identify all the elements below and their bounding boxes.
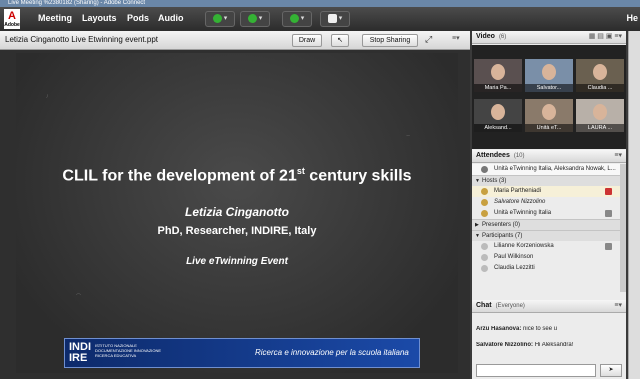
chalk-mark: ∽: [406, 133, 411, 139]
attendee-row[interactable]: Lilianne Korzeniowska: [472, 241, 626, 252]
menu-pods[interactable]: Pods: [127, 13, 149, 23]
attendees-menu-icon[interactable]: ≡▾: [614, 151, 622, 159]
participant-face: [491, 64, 505, 80]
pointer-button[interactable]: ↖: [331, 34, 349, 47]
video-tile[interactable]: Unità eT...: [525, 99, 573, 132]
chalk-mark: ⌒: [76, 294, 82, 300]
participant-face: [542, 104, 556, 120]
raise-hand-button[interactable]: ▾: [320, 11, 350, 27]
status-icon: [605, 188, 612, 195]
webcam-status-icon: [605, 210, 612, 217]
participant-face: [593, 104, 607, 120]
camera-button[interactable]: ▾: [282, 11, 312, 27]
indire-banner: INDI IRE ISTITUTO NAZIONALE DOCUMENTAZIO…: [64, 338, 420, 368]
video-pod-header: Video (6) ▦ ▤ ▣ ≡▾: [472, 31, 626, 44]
menu-bar: A Adobe Meeting Layouts Pods Audio ▾ ▾ ▾ …: [0, 7, 640, 31]
attendee-row[interactable]: Salvatore Nizzolino: [472, 197, 626, 208]
cropped-side-panel: [628, 31, 640, 379]
chalk-mark: ﾉ: [46, 94, 49, 100]
hand-icon: [327, 13, 337, 23]
slide-author: Letizia Cinganotto: [185, 205, 289, 219]
speaker-icon: [212, 13, 222, 23]
menu-layouts[interactable]: Layouts: [82, 13, 117, 23]
window-title: Live Meeting %2380182 (Sharing) - Adobe …: [8, 0, 146, 6]
chat-message: Salvatore Nizzolino: Hi Aleksandra!: [476, 342, 574, 348]
webcam-icon: [289, 13, 299, 23]
stop-sharing-button[interactable]: Stop Sharing: [362, 34, 418, 47]
webcam-status-icon: [605, 243, 612, 250]
adobe-logo: A Adobe: [4, 9, 20, 29]
video-tile[interactable]: Claudia ...: [576, 59, 624, 92]
active-speakers-row: Unità eTwinning Italia, Aleksandra Nowak…: [472, 164, 626, 175]
participant-icon: [481, 265, 488, 272]
participant-face: [542, 64, 556, 80]
send-icon: ➤: [608, 367, 614, 373]
banner-tagline: Ricerca e innovazione per la scuola ital…: [255, 348, 409, 357]
presenters-section[interactable]: ▶ Presenters (0): [472, 219, 626, 230]
participant-icon: [481, 254, 488, 261]
participant-face: [491, 104, 505, 120]
participants-section[interactable]: ▼ Participants (7): [472, 230, 626, 241]
attendee-row[interactable]: Claudia Lezzitti: [472, 263, 626, 274]
send-button[interactable]: ➤: [600, 364, 622, 377]
attendees-scrollbar[interactable]: [620, 164, 626, 292]
share-pod: Letizia Cinganotto Live Etwinning event.…: [0, 31, 470, 379]
slide-title: CLIL for the development of 21st century…: [62, 166, 412, 185]
chat-pod-header: Chat (Everyone) ≡▾: [472, 300, 626, 313]
chat-menu-icon[interactable]: ≡▾: [614, 301, 622, 309]
share-pod-header: Letizia Cinganotto Live Etwinning event.…: [0, 31, 470, 50]
slide-event: Live eTwinning Event: [186, 256, 288, 267]
microphone-button[interactable]: ▾: [240, 11, 270, 27]
host-icon: [481, 199, 488, 206]
indire-logo: INDI IRE: [69, 341, 91, 364]
participant-icon: [481, 243, 488, 250]
video-tile[interactable]: Maria Pa...: [474, 59, 522, 92]
attendee-row[interactable]: Unità eTwinning Italia: [472, 208, 626, 219]
menu-meeting[interactable]: Meeting: [38, 13, 72, 23]
microphone-icon: [247, 13, 257, 23]
chat-input[interactable]: [476, 364, 596, 377]
host-icon: [481, 188, 488, 195]
draw-button[interactable]: Draw: [292, 34, 322, 47]
right-panel: Video (6) ▦ ▤ ▣ ≡▾ Maria Pa... Salvator..…: [472, 31, 626, 379]
video-grid: Maria Pa... Salvator... Claudia ... Alek…: [472, 45, 626, 149]
presentation-slide: ﾉ ∽ ⌒ CLIL for the development of 21st c…: [16, 53, 458, 373]
attendees-pod-header: Attendees (10) ≡▾: [472, 150, 626, 163]
pointer-icon: ↖: [337, 37, 343, 44]
hosts-section[interactable]: ▼ Hosts (3): [472, 175, 626, 186]
video-tile[interactable]: LAURA ...: [576, 99, 624, 132]
window-title-bar: Live Meeting %2380182 (Sharing) - Adobe …: [0, 0, 640, 7]
attendee-row[interactable]: Maria Partheniadi: [472, 186, 626, 197]
slide-role: PhD, Researcher, INDIRE, Italy: [157, 225, 317, 237]
video-tile[interactable]: Salvator...: [525, 59, 573, 92]
indire-full-name: ISTITUTO NAZIONALE DOCUMENTAZIONE INNOVA…: [95, 343, 162, 358]
share-pod-title: Letizia Cinganotto Live Etwinning event.…: [5, 35, 158, 44]
video-tile[interactable]: Aleksand...: [474, 99, 522, 132]
chat-message: Arzu Hasanova: nice to see u: [476, 326, 558, 332]
video-layout-icons[interactable]: ▦ ▤ ▣ ≡▾: [589, 32, 622, 40]
menu-help[interactable]: He: [626, 13, 638, 23]
speaker-icon: [481, 166, 488, 173]
menu-audio[interactable]: Audio: [158, 13, 184, 23]
participant-face: [593, 64, 607, 80]
speaker-button[interactable]: ▾: [205, 11, 235, 27]
pod-menu-icon[interactable]: ≡▾: [452, 34, 460, 42]
host-icon: [481, 210, 488, 217]
attendee-row[interactable]: Paul Wilkinson: [472, 252, 626, 263]
fullscreen-icon[interactable]: ⤢: [425, 34, 432, 45]
